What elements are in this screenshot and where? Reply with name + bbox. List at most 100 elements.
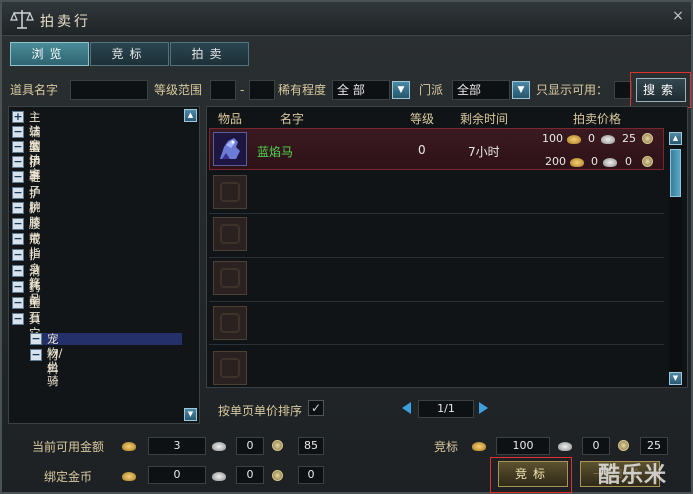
watermark-logo: 酷乐米	[598, 463, 668, 488]
listing-level: 0	[418, 143, 426, 157]
bid-gold-input[interactable]: 100	[496, 437, 550, 455]
current-funds-label: 当前可用金额	[32, 440, 105, 454]
bound-copper-value: 0	[298, 466, 324, 484]
gold-ingot-icon	[570, 155, 584, 168]
collapse-minus-icon[interactable]: −	[12, 187, 24, 199]
tab-bid[interactable]: 竞标	[90, 42, 169, 66]
collapse-minus-icon[interactable]: −	[12, 171, 24, 183]
tab-browse[interactable]: 浏览	[10, 42, 89, 66]
silver-ingot-icon	[603, 155, 617, 168]
buyout-price-silver: 0	[591, 155, 598, 168]
next-page-arrow-icon[interactable]	[479, 402, 488, 414]
sect-select[interactable]: 全部	[452, 80, 510, 100]
title-bar: 拍卖行 ×	[2, 2, 691, 36]
row-separator	[209, 257, 664, 258]
bid-price-gold: 100	[542, 132, 563, 145]
list-scroll-up-button[interactable]: ▲	[669, 132, 682, 145]
current-silver-value: 0	[236, 437, 264, 455]
collapse-minus-icon[interactable]: −	[12, 141, 24, 153]
collapse-minus-icon[interactable]: −	[30, 333, 42, 345]
empty-item-slot	[213, 306, 247, 340]
tab-auction[interactable]: 拍卖	[170, 42, 249, 66]
rarity-dropdown-button[interactable]: ▼	[392, 81, 410, 99]
level-min-input[interactable]	[210, 80, 236, 100]
rarity-label: 稀有程度	[278, 83, 327, 97]
expand-plus-icon[interactable]: +	[12, 111, 24, 123]
bid-price-copper: 25	[622, 132, 636, 145]
listing-item-name: 蓝焰马	[257, 145, 294, 159]
column-header-price: 拍卖价格	[573, 112, 622, 126]
collapse-minus-icon[interactable]: −	[12, 202, 24, 214]
prev-page-arrow-icon[interactable]	[402, 402, 411, 414]
bid-silver-input[interactable]: 0	[582, 437, 610, 455]
available-only-label: 只显示可用：	[536, 83, 609, 97]
silver-ingot-icon	[601, 132, 615, 145]
collapse-minus-icon[interactable]: −	[12, 313, 24, 325]
item-name-input[interactable]	[70, 80, 148, 100]
bid-price-silver: 0	[588, 132, 595, 145]
scales-icon	[10, 10, 34, 29]
gold-ingot-icon	[567, 132, 581, 145]
level-range-label: 等级范围	[154, 83, 203, 97]
copper-coin-icon	[642, 131, 653, 144]
buyout-price-gold: 200	[545, 155, 566, 168]
collapse-minus-icon[interactable]: −	[12, 233, 24, 245]
sort-by-unit-price-label: 按单页单价排序	[218, 404, 303, 418]
horse-mount-icon[interactable]	[213, 132, 247, 166]
rarity-select[interactable]: 全 部	[332, 80, 390, 100]
empty-item-slot	[213, 217, 247, 251]
empty-item-slot	[213, 351, 247, 385]
empty-item-slot	[213, 261, 247, 295]
auction-window: 拍卖行 × 浏览 竞标 拍卖 道具名字 等级范围 - 稀有程度 全 部 ▼ 门派…	[0, 0, 693, 494]
close-button[interactable]: ×	[670, 8, 686, 24]
silver-ingot-icon	[212, 439, 226, 452]
collapse-minus-icon[interactable]: −	[12, 297, 24, 309]
sect-label: 门派	[419, 83, 444, 97]
sect-dropdown-button[interactable]: ▼	[512, 81, 530, 99]
item-name-label: 道具名字	[10, 83, 59, 97]
bound-gold-label: 绑定金币	[44, 470, 93, 484]
level-separator: -	[240, 83, 245, 97]
window-title: 拍卖行	[40, 14, 91, 30]
search-button[interactable]: 搜索	[636, 78, 686, 102]
silver-ingot-icon	[212, 469, 226, 482]
tree-selection-highlight	[42, 333, 182, 345]
listing-time-left: 7小时	[468, 145, 500, 159]
gold-ingot-icon	[472, 439, 486, 452]
row-separator	[209, 213, 664, 214]
bound-gold-value: 0	[148, 466, 206, 484]
collapse-minus-icon[interactable]: −	[12, 249, 24, 261]
buyout-price-copper: 0	[625, 155, 632, 168]
collapse-minus-icon[interactable]: −	[12, 126, 24, 138]
silver-ingot-icon	[558, 439, 572, 452]
tree-scroll-down-button[interactable]: ▼	[184, 408, 197, 421]
list-scrollbar-thumb[interactable]	[670, 149, 681, 197]
column-header-item: 物品	[218, 112, 243, 126]
list-scroll-down-button[interactable]: ▼	[669, 372, 682, 385]
collapse-minus-icon[interactable]: −	[12, 218, 24, 230]
current-copper-value: 85	[298, 437, 324, 455]
level-max-input[interactable]	[249, 80, 275, 100]
column-header-time-left: 剩余时间	[460, 112, 509, 126]
copper-coin-icon	[618, 438, 629, 451]
collapse-minus-icon[interactable]: −	[12, 156, 24, 168]
collapse-minus-icon[interactable]: −	[12, 281, 24, 293]
row-separator	[209, 301, 664, 302]
collapse-minus-icon[interactable]: −	[12, 265, 24, 277]
column-header-level: 等级	[410, 112, 435, 126]
bid-button[interactable]: 竞标	[498, 461, 568, 487]
bound-silver-value: 0	[236, 466, 264, 484]
sort-by-unit-price-checkbox[interactable]: ✓	[308, 400, 324, 416]
bid-amount-label: 竞标	[434, 440, 459, 454]
copper-coin-icon	[272, 468, 283, 481]
gold-ingot-icon	[122, 469, 136, 482]
bid-copper-input[interactable]: 25	[640, 437, 668, 455]
tree-scroll-up-button[interactable]: ▲	[184, 109, 197, 122]
available-only-checkbox[interactable]	[614, 81, 632, 99]
collapse-minus-icon[interactable]: −	[30, 349, 42, 361]
copper-coin-icon	[642, 154, 653, 167]
column-header-name: 名字	[280, 112, 305, 126]
row-separator	[209, 344, 664, 345]
empty-item-slot	[213, 175, 247, 209]
page-indicator: 1/1	[418, 400, 474, 418]
